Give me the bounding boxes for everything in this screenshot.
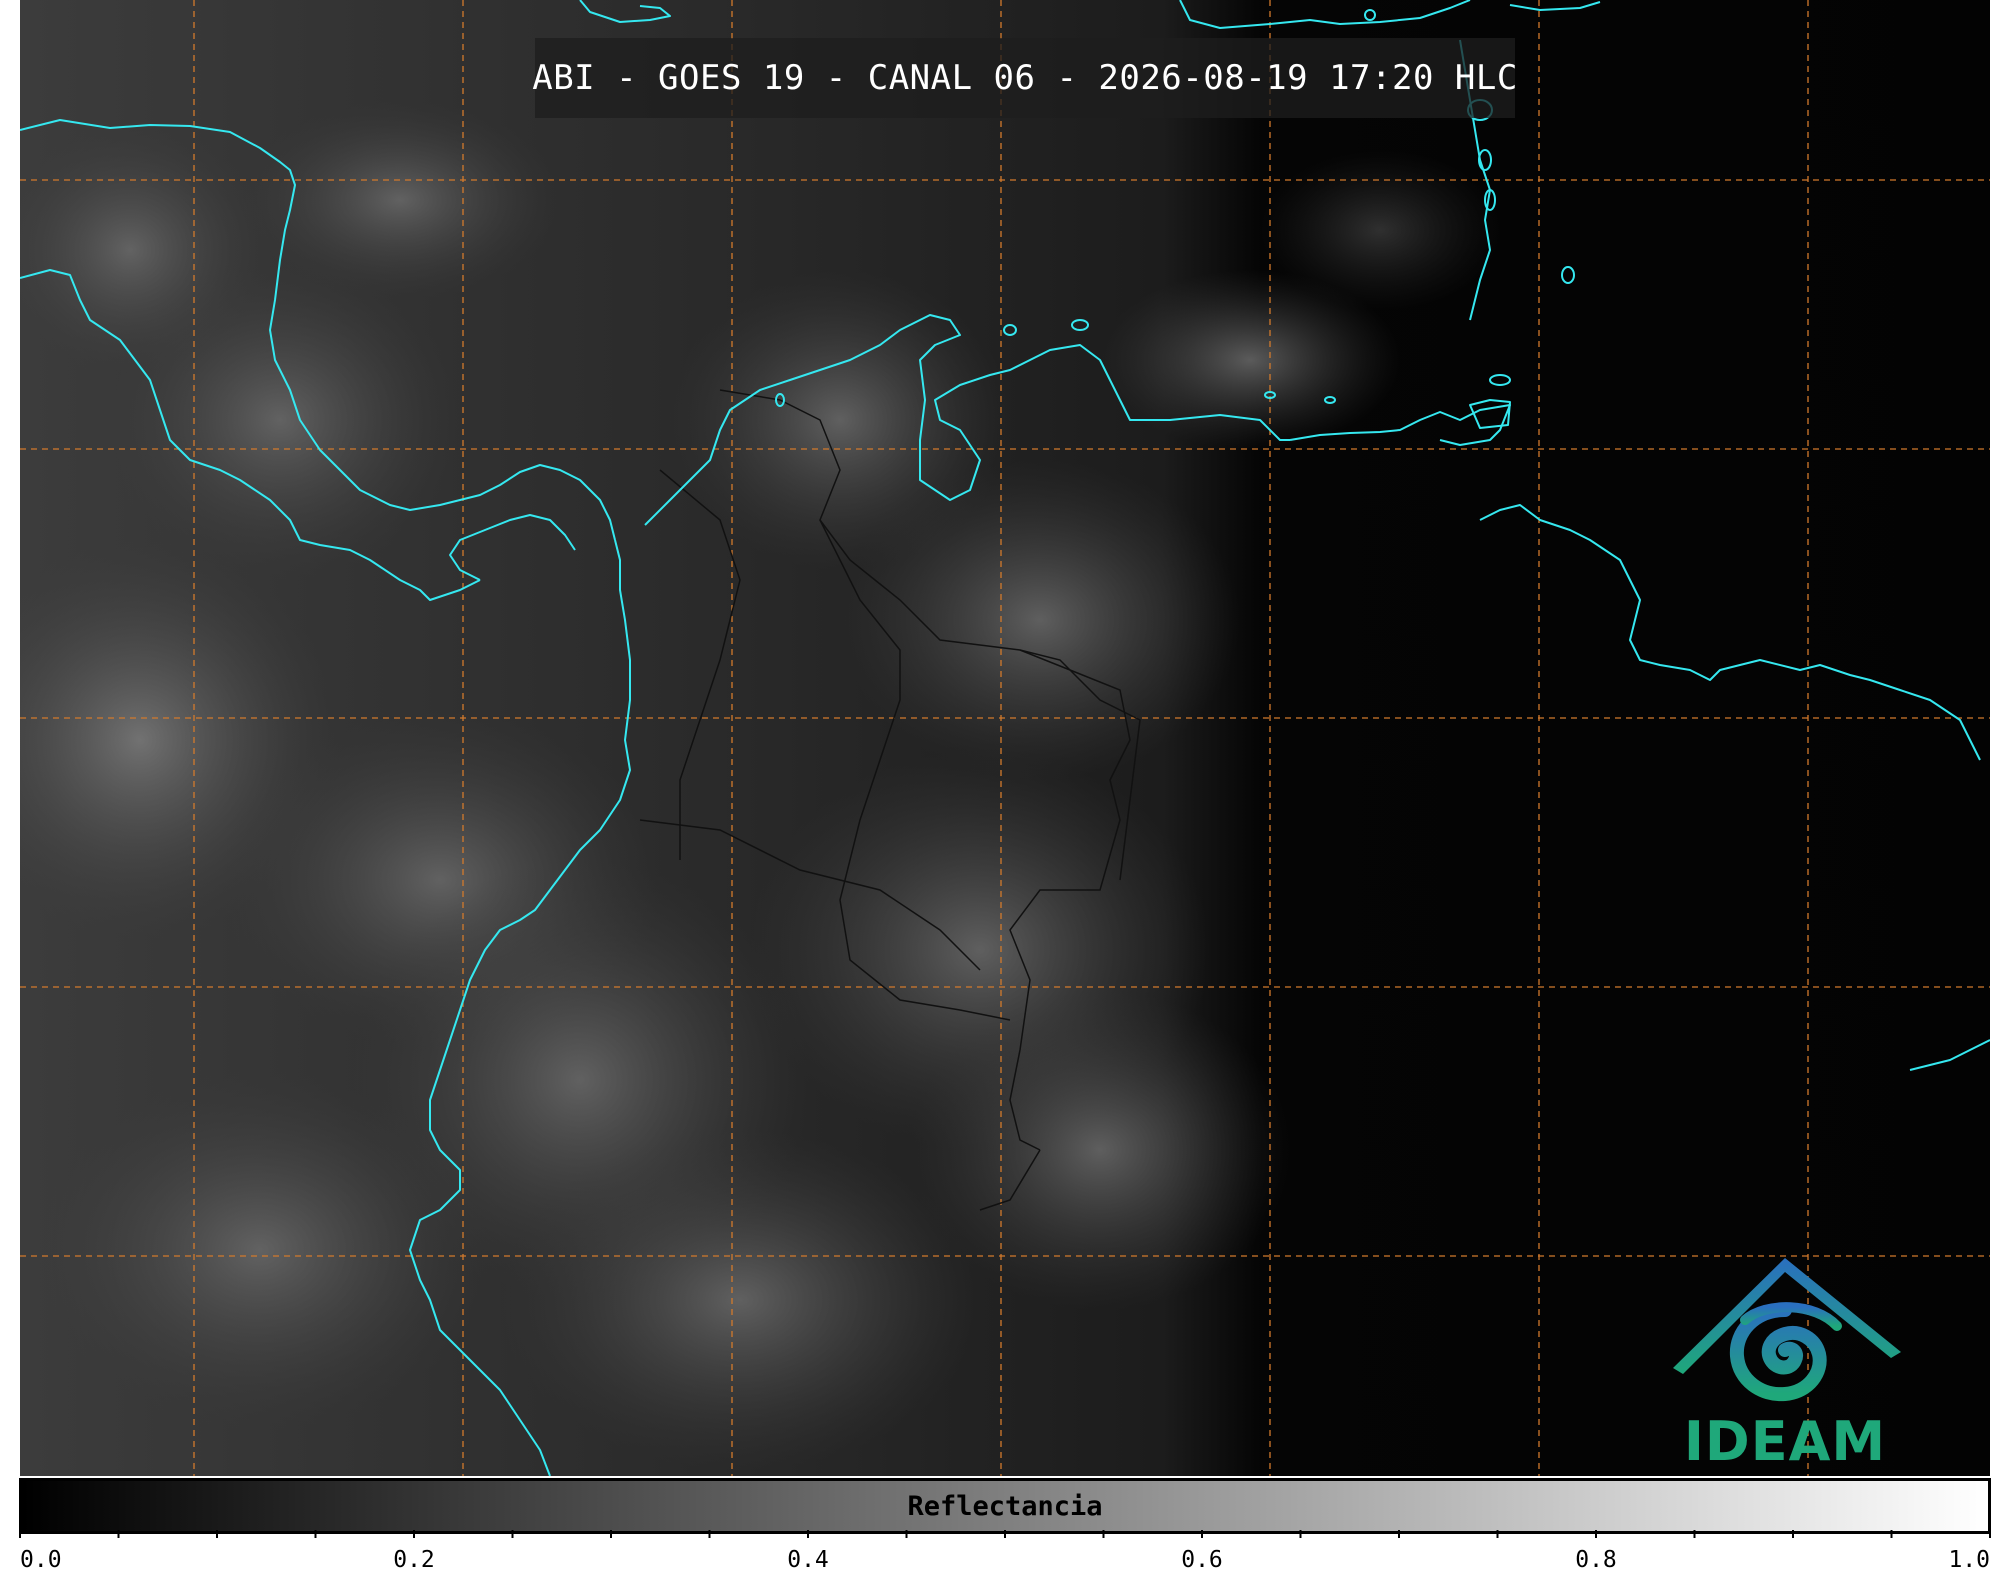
title-banner: ABI - GOES 19 - CANAL 06 - 2026-08-19 17… (532, 38, 1518, 118)
colorbar-tick-label: 0.6 (1181, 1547, 1223, 1573)
colorbar-tick-label: 1.0 (1948, 1547, 1990, 1573)
colorbar: Reflectancia (19, 1478, 1991, 1534)
colorbar-ticks: 0.0 0.2 0.4 0.6 0.8 1.0 (19, 1530, 1991, 1573)
map-title: ABI - GOES 19 - CANAL 06 - 2026-08-19 17… (532, 58, 1518, 98)
colorbar-tick-label: 0.2 (393, 1547, 435, 1573)
colorbar-tick-label: 0.4 (787, 1547, 829, 1573)
satellite-map: ABI - GOES 19 - CANAL 06 - 2026-08-19 17… (20, 0, 1990, 1476)
colorbar-tick-label: 0.0 (20, 1547, 62, 1573)
ideam-logo: IDEAM (1665, 1250, 1905, 1475)
colorbar-label: Reflectancia (907, 1491, 1103, 1522)
ideam-mountain-swirl-icon (1673, 1258, 1901, 1402)
colorbar-tick-label: 0.8 (1575, 1547, 1617, 1573)
ideam-logo-text: IDEAM (1683, 1410, 1887, 1473)
